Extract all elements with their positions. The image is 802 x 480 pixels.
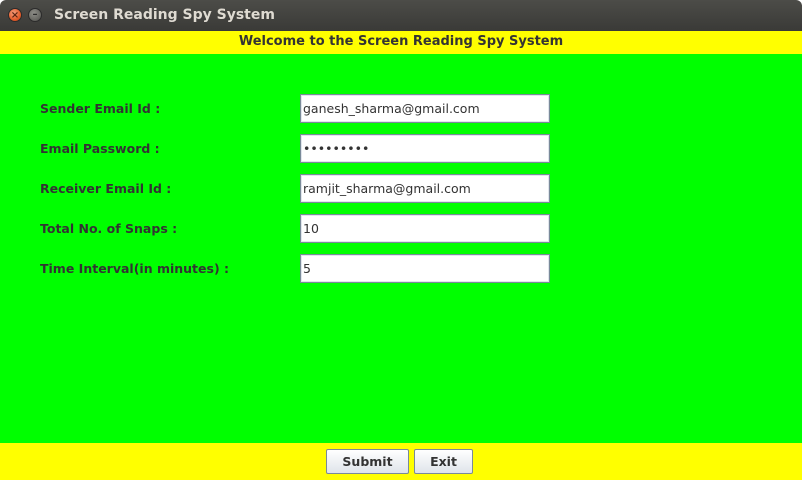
window-titlebar[interactable]: × – Screen Reading Spy System	[0, 0, 802, 31]
minimize-icon[interactable]: –	[28, 8, 42, 22]
total-snaps-label: Total No. of Snaps :	[40, 221, 178, 236]
app-window: × – Screen Reading Spy System Welcome to…	[0, 0, 802, 480]
time-interval-input[interactable]	[300, 254, 550, 283]
time-interval-label: Time Interval(in minutes) :	[40, 261, 230, 276]
total-snaps-input[interactable]	[300, 214, 550, 243]
email-password-input[interactable]	[300, 134, 550, 163]
submit-button[interactable]: Submit	[326, 449, 409, 474]
receiver-email-label: Receiver Email Id :	[40, 181, 172, 196]
sender-email-input[interactable]	[300, 94, 550, 123]
button-bar: Submit Exit	[0, 443, 802, 480]
sender-email-label: Sender Email Id :	[40, 101, 161, 116]
exit-button[interactable]: Exit	[414, 449, 473, 474]
window-title: Screen Reading Spy System	[54, 7, 275, 23]
welcome-banner: Welcome to the Screen Reading Spy System	[0, 31, 802, 54]
email-password-label: Email Password :	[40, 141, 160, 156]
close-icon[interactable]: ×	[8, 8, 22, 22]
receiver-email-input[interactable]	[300, 174, 550, 203]
form-panel: Sender Email Id : Email Password : Recei…	[0, 54, 802, 443]
